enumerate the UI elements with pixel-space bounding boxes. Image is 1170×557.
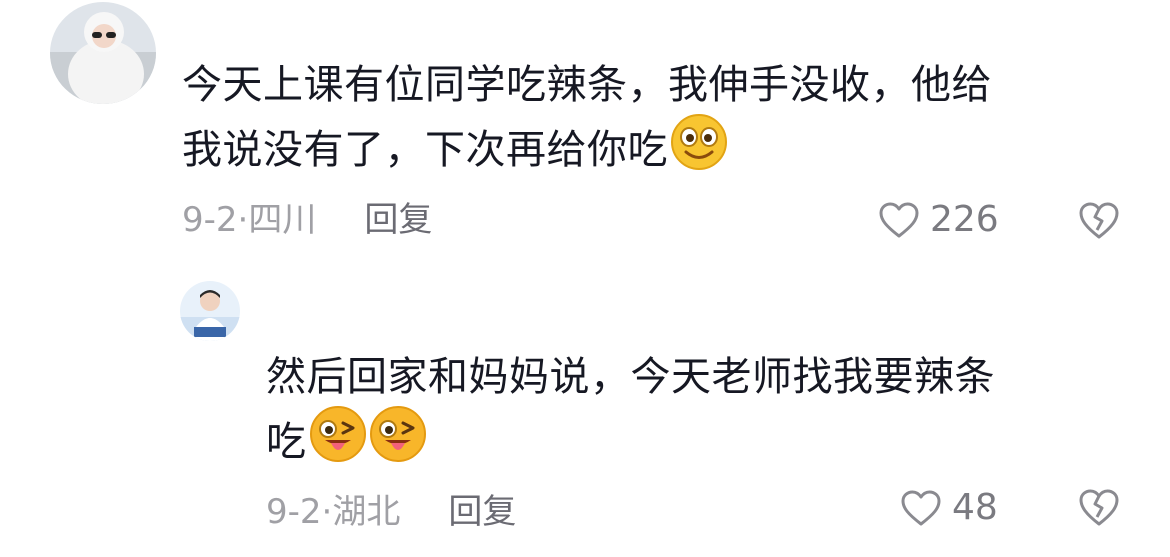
broken-heart-icon <box>1078 200 1120 240</box>
avatar[interactable] <box>50 2 156 104</box>
tongue-wink-emoji <box>309 405 367 478</box>
dislike-button[interactable] <box>1078 200 1120 240</box>
comment-text-line1: 今天上课有位同学吃辣条，我伸手没收，他给 <box>182 62 992 108</box>
comment-meta: 9-2·四川 回复 <box>182 200 432 240</box>
reply-text-line2-content: 吃 <box>266 419 307 465</box>
comment-date: 9-2· <box>182 200 249 240</box>
tongue-wink-emoji <box>369 405 427 478</box>
heart-icon <box>878 201 920 239</box>
reply-location: 湖北 <box>332 492 401 532</box>
comment-location: 四川 <box>248 200 317 240</box>
broken-heart-icon <box>1078 487 1120 527</box>
reply-text-line2: 吃 <box>266 405 1126 478</box>
avatar[interactable] <box>180 281 240 341</box>
comment-text-line2-content: 我说没有了，下次再给你吃 <box>182 127 668 173</box>
like-count: 226 <box>930 199 999 240</box>
avatar-image <box>50 2 156 104</box>
reply-button[interactable]: 回复 <box>364 200 432 240</box>
reply-date: 9-2· <box>266 492 333 532</box>
reply-meta: 9-2·湖北 回复 <box>266 492 516 532</box>
heart-icon <box>900 489 942 527</box>
avatar-image <box>180 281 240 341</box>
reply-button[interactable]: 回复 <box>448 492 516 532</box>
dislike-button[interactable] <box>1078 487 1120 527</box>
like-button[interactable]: 226 <box>878 200 999 240</box>
smiling-face-emoji <box>670 113 728 186</box>
like-button[interactable]: 48 <box>900 488 998 528</box>
comment-text-line2: 我说没有了，下次再给你吃 <box>182 113 1122 186</box>
like-count: 48 <box>952 487 998 528</box>
reply-text-line1: 然后回家和妈妈说，今天老师找我要辣条 <box>266 354 995 400</box>
